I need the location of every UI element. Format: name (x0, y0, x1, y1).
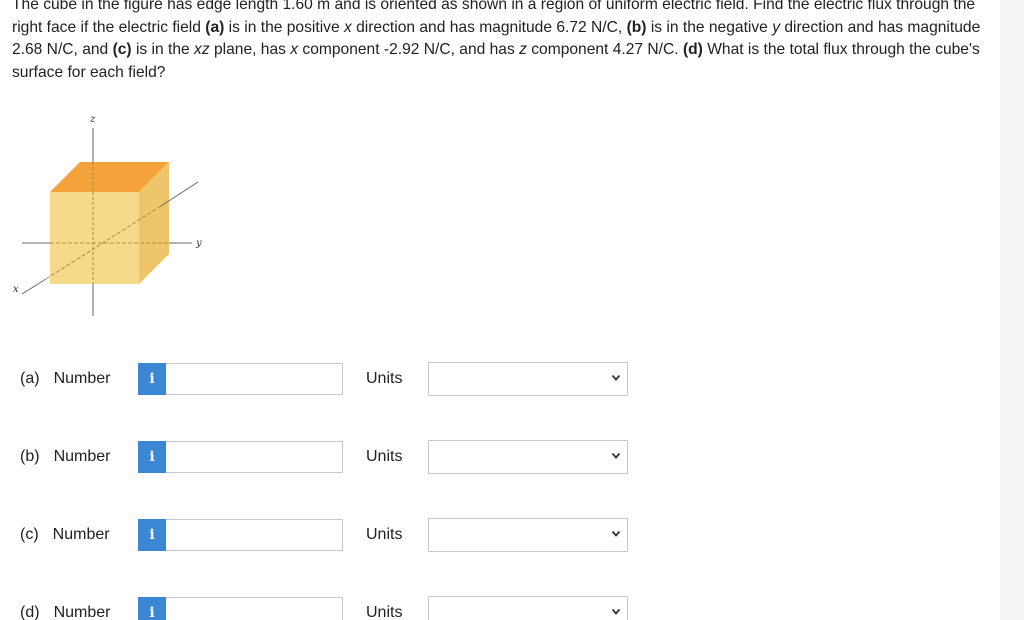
number-label: Number (53, 448, 111, 465)
units-label: Units (366, 370, 403, 387)
x-axis-label: x (13, 284, 19, 295)
number-input[interactable] (166, 363, 343, 395)
answer-row: (c) Number i Units (0, 518, 1000, 552)
question-text-part: is in the (131, 41, 195, 58)
number-input[interactable] (166, 441, 343, 473)
number-input[interactable] (166, 519, 343, 551)
question-text-part: is in the positive (224, 18, 344, 36)
question-text-part: plane, has (209, 41, 291, 58)
y-axis-label: y (195, 238, 202, 249)
var-x: x (290, 41, 299, 58)
part-letter: (c) (20, 526, 39, 543)
var-xz: xz (194, 41, 210, 58)
question-text-part: component -2.92 N/C, and has (298, 41, 520, 58)
scrollbar-track[interactable] (1000, 0, 1024, 620)
part-label: (d) Number (20, 604, 110, 620)
var-z: z (519, 41, 527, 58)
chevron-down-icon (611, 374, 621, 381)
part-label: (a) Number (20, 370, 110, 388)
part-letter: (a) (20, 370, 40, 387)
question-text: The cube in the figure has edge length 1… (12, 0, 987, 84)
units-dropdown[interactable] (428, 362, 628, 396)
x-axis-front (21, 278, 47, 295)
var-y: y (772, 18, 780, 36)
answer-row: (b) Number i Units (0, 440, 1000, 474)
part-a-marker: (a) (205, 18, 225, 36)
part-b-marker: (b) (626, 18, 647, 36)
number-label: Number (53, 370, 111, 387)
units-dropdown[interactable] (428, 596, 628, 620)
part-letter: (b) (20, 448, 40, 465)
z-axis-label: z (89, 114, 96, 125)
answer-row: (a) Number i Units (0, 362, 1000, 396)
chevron-down-icon (611, 608, 621, 615)
cube-front-face (50, 192, 139, 284)
info-icon: i (149, 371, 155, 387)
var-x: x (343, 18, 352, 36)
units-label: Units (366, 448, 403, 465)
page: The cube in the figure has edge length 1… (0, 0, 1024, 620)
cube-figure: z y x (13, 114, 202, 316)
question-text-part: is in the negative (646, 18, 773, 36)
chevron-down-icon (611, 452, 621, 459)
info-icon: i (149, 449, 155, 465)
chevron-down-icon (611, 530, 621, 537)
part-label: (c) Number (20, 526, 110, 544)
question-text-part: direction and has magnitude 6.72 N/C, (351, 18, 627, 36)
info-button[interactable]: i (138, 441, 166, 473)
info-button[interactable]: i (138, 363, 166, 395)
number-label: Number (52, 526, 110, 543)
part-label: (b) Number (20, 448, 110, 466)
part-c-marker: (c) (112, 41, 132, 58)
number-label: Number (53, 604, 111, 620)
info-button[interactable]: i (138, 597, 166, 620)
answer-row: (d) Number i Units (0, 596, 1000, 620)
part-letter: (d) (20, 604, 40, 620)
units-label: Units (366, 526, 403, 543)
question-text-part: component 4.27 N/C. (526, 41, 683, 58)
units-dropdown[interactable] (428, 518, 628, 552)
part-d-marker: (d) (682, 41, 703, 58)
units-dropdown[interactable] (428, 440, 628, 474)
info-icon: i (149, 527, 155, 543)
units-label: Units (366, 604, 403, 620)
number-input[interactable] (166, 597, 343, 620)
info-icon: i (149, 605, 155, 620)
info-button[interactable]: i (138, 519, 166, 551)
